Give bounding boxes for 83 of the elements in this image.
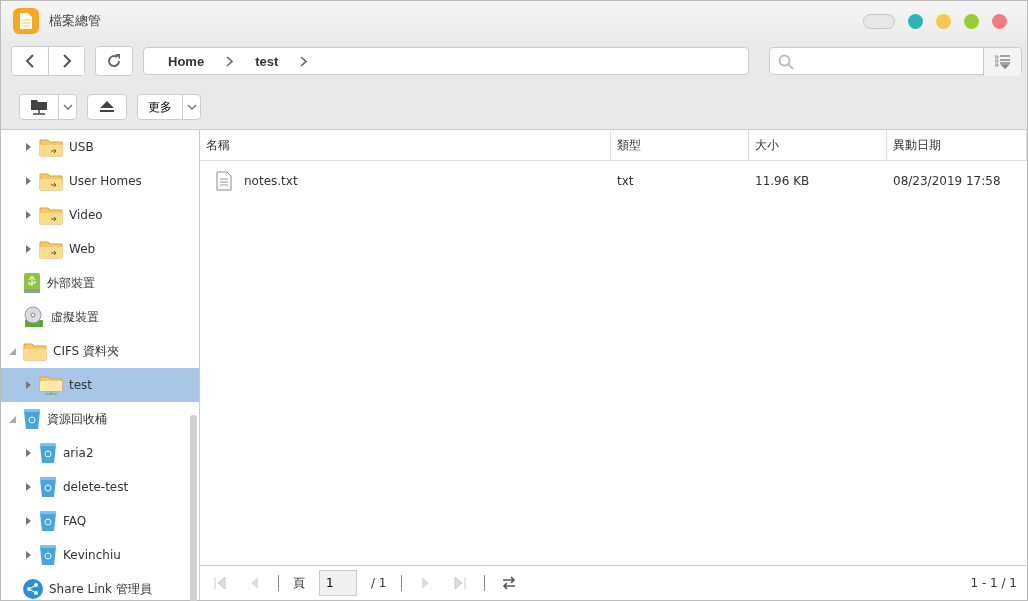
column-header[interactable]: 大小 [749,130,887,161]
page-input[interactable]: 1 [319,570,357,596]
column-header[interactable]: 異動日期 [887,130,1027,161]
swap-arrows-icon [500,576,517,590]
tree-item[interactable]: 虛擬裝置 [1,300,199,334]
page-total: / 1 [371,576,387,590]
tree-item[interactable]: test [1,368,199,402]
minimize-button[interactable] [936,13,951,29]
app-logo-icon [13,8,39,34]
text-file-icon [216,171,232,191]
chevron-left-icon [25,54,35,68]
tree-item[interactable]: delete-test [1,470,199,504]
usb-drive-icon [23,272,41,294]
collapsed-arrow-icon[interactable] [25,449,31,457]
tree-item[interactable]: FAQ [1,504,199,538]
table-cell: txt [617,174,634,188]
collapsed-arrow-icon[interactable] [25,143,31,151]
shared-folder-icon [39,239,63,259]
last-page-icon [453,576,466,590]
collapsed-arrow-icon[interactable] [25,551,31,559]
tree-item[interactable]: aria2 [1,436,199,470]
tree-item[interactable]: Share Link 管理員 [1,572,199,601]
tree-item[interactable]: Video [1,198,199,232]
record-range: 1 - 1 / 1 [970,576,1017,590]
list-options-icon [994,55,1011,69]
column-header[interactable]: 類型 [611,130,749,161]
filter-button[interactable] [983,48,1021,76]
caret-icon [186,104,197,110]
forward-button[interactable] [48,47,84,75]
collapsed-arrow-icon[interactable] [25,483,31,491]
tree-item[interactable]: 資源回收桶 [1,402,199,436]
scrollbar[interactable] [190,415,197,601]
collapsed-arrow-icon[interactable] [25,211,31,219]
folder-icon [23,341,47,361]
chevron-icon [300,55,308,67]
tree-item[interactable]: Web [1,232,199,266]
expanded-arrow-icon[interactable] [8,347,16,355]
dropdown-button[interactable] [182,95,200,119]
first-page-icon [214,576,226,590]
tree-item[interactable]: Kevinchiu [1,538,199,572]
refresh-icon [106,53,122,69]
window-dot-button[interactable] [908,13,923,29]
refresh-button[interactable] [96,47,132,75]
tree-item[interactable]: User Homes [1,164,199,198]
recycle-bin-icon [39,510,57,532]
shared-folder-icon [39,205,63,225]
shared-folder-icon [39,171,63,191]
tree-item[interactable]: 外部裝置 [1,266,199,300]
dropdown-button[interactable] [58,95,76,119]
chevron-icon [226,55,234,67]
window-title: 檔案總管 [49,12,101,30]
tree-item[interactable]: CIFS 資料夾 [1,334,199,368]
breadcrumb-link[interactable]: test [255,53,279,69]
breadcrumb-link[interactable]: Home [168,53,205,69]
column-header[interactable]: 名稱 [200,130,611,161]
network-folder-icon [30,99,48,115]
recycle-bin-icon [23,408,41,430]
chevron-right-icon [61,54,72,68]
triangle-right-icon [420,576,431,590]
recycle-bin-icon [39,544,57,566]
search-icon [778,54,794,70]
table-cell: 11.96 KB [755,174,810,188]
recycle-bin-icon [39,442,57,464]
tree-item[interactable]: USB [1,130,199,164]
collapsed-arrow-icon[interactable] [25,245,31,253]
caret-icon [62,104,73,110]
shared-folder-icon [39,137,63,157]
maximize-button[interactable] [964,13,979,29]
table-cell: notes.txt [244,174,298,188]
page-label: 頁 [293,574,305,592]
recycle-bin-icon [39,476,57,498]
collapsed-arrow-icon[interactable] [25,381,31,389]
triangle-left-icon [249,576,259,590]
window-pill-button[interactable] [863,13,895,29]
collapsed-arrow-icon[interactable] [25,177,31,185]
collapsed-arrow-icon[interactable] [25,517,31,525]
network-folder-icon [39,375,63,395]
close-button[interactable] [992,13,1007,29]
expanded-arrow-icon[interactable] [8,415,16,423]
eject-icon [99,101,115,113]
search-field[interactable] [769,47,1022,75]
disc-drive-icon [23,306,45,328]
table-cell: 08/23/2019 17:58 [893,174,1001,188]
